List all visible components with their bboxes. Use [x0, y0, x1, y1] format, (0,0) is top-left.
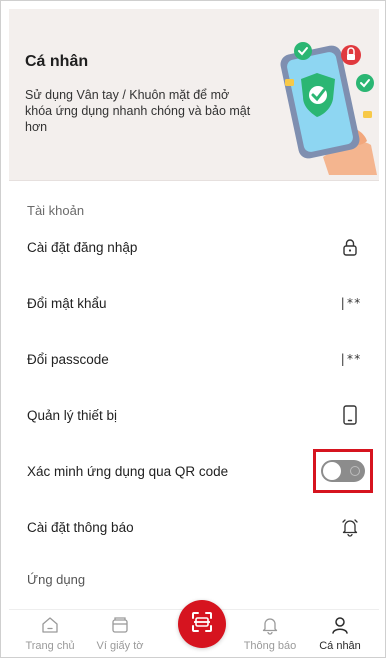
nav-label: Trang chủ: [25, 640, 75, 652]
toggle-off-indicator: [350, 466, 360, 476]
qr-verification-item[interactable]: Xác minh ứng dụng qua QR code: [9, 443, 379, 499]
device-management-item[interactable]: Quản lý thiết bị: [9, 387, 379, 443]
banner-description: Sử dụng Vân tay / Khuôn mặt để mở khóa ứ…: [25, 88, 251, 134]
phone-shield-illustration: [271, 25, 379, 175]
passcode-icon: |**: [339, 352, 361, 366]
password-icon: |**: [339, 296, 361, 310]
user-icon: [329, 614, 351, 636]
nav-notifications[interactable]: Thông báo: [235, 614, 305, 657]
phone-icon: [339, 404, 361, 426]
security-promo-banner[interactable]: Cá nhân Sử dụng Vân tay / Khuôn mặt để m…: [9, 9, 379, 181]
item-label: Cài đặt đăng nhập: [27, 239, 138, 255]
change-password-item[interactable]: Đổi mật khẩu |**: [9, 275, 379, 331]
app-screen: Cá nhân Sử dụng Vân tay / Khuôn mặt để m…: [0, 0, 386, 658]
item-label: Đổi mật khẩu: [27, 295, 107, 311]
scan-icon: [189, 609, 215, 640]
nav-wallet[interactable]: Ví giấy tờ: [85, 614, 155, 657]
home-icon: [39, 614, 61, 636]
nav-label: Cá nhân: [319, 640, 361, 652]
bell-icon: [339, 516, 361, 538]
login-settings-item[interactable]: Cài đặt đăng nhập: [9, 219, 379, 275]
page-title: Cá nhân: [25, 53, 89, 70]
section-title-account: Tài khoản: [27, 203, 85, 218]
toggle-knob: [323, 462, 341, 480]
lock-icon: [339, 236, 361, 258]
bell-icon: [259, 614, 281, 636]
item-label: Xác minh ứng dụng qua QR code: [27, 463, 229, 479]
notification-settings-item[interactable]: Cài đặt thông báo: [9, 499, 379, 555]
change-passcode-item[interactable]: Đổi passcode |**: [9, 331, 379, 387]
item-label: Đổi passcode: [27, 351, 109, 367]
wallet-icon: [109, 614, 131, 636]
nav-label: Thông báo: [243, 640, 297, 652]
bottom-navigation: Trang chủ Ví giấy tờ Thông báo Cá nhân: [9, 600, 379, 657]
item-label: Cài đặt thông báo: [27, 519, 134, 535]
nav-home[interactable]: Trang chủ: [15, 614, 85, 657]
nav-label: Ví giấy tờ: [96, 640, 144, 652]
toggle-highlight: [313, 449, 373, 493]
nav-profile[interactable]: Cá nhân: [305, 614, 375, 657]
qr-verification-toggle[interactable]: [321, 460, 365, 482]
scan-button[interactable]: [178, 600, 226, 648]
item-label: Quản lý thiết bị: [27, 407, 118, 423]
section-title-app: Ứng dụng: [27, 572, 86, 587]
